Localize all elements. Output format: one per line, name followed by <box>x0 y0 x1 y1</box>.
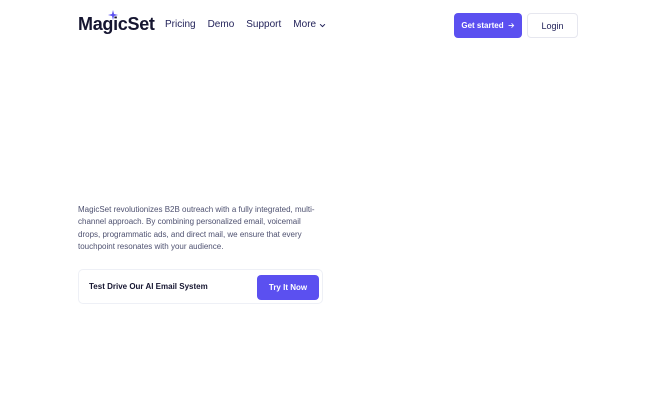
cta-label: Test Drive Our AI Email System <box>89 282 208 291</box>
chevron-down-icon <box>319 23 326 27</box>
arrow-right-icon <box>508 23 514 28</box>
login-label: Login <box>541 20 564 31</box>
get-started-label: Get started <box>461 21 504 30</box>
nav-link-demo[interactable]: Demo <box>208 17 235 33</box>
sparkle-icon <box>108 10 118 20</box>
cta-card: Test Drive Our AI Email System Try It No… <box>78 269 323 304</box>
login-button[interactable]: Login <box>527 13 578 38</box>
nav-links: Pricing Demo Support More <box>165 17 326 33</box>
hero-description: MagicSet revolutionizes B2B outreach wit… <box>78 205 315 252</box>
nav-link-more[interactable]: More <box>293 17 316 33</box>
try-it-now-label: Try It Now <box>268 283 308 292</box>
top-navigation: MagicSet Pricing Demo Support More Get s… <box>0 0 650 52</box>
nav-more-dropdown[interactable]: More <box>293 17 326 33</box>
nav-link-support[interactable]: Support <box>246 17 281 33</box>
nav-link-pricing[interactable]: Pricing <box>165 17 196 33</box>
get-started-button[interactable]: Get started <box>454 13 522 38</box>
try-it-now-button[interactable]: Try It Now <box>257 275 319 300</box>
